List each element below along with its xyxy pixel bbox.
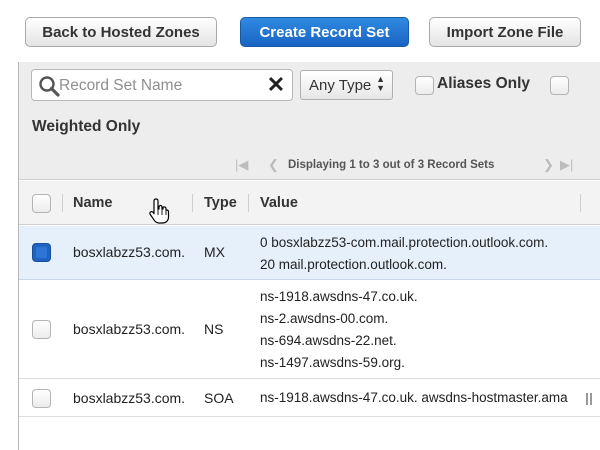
filter-bar: Record Set Name ✕ Any Type ▲ ▼ Aliases On… — [19, 62, 600, 180]
record-name: bosxlabzz53.com. — [73, 321, 186, 337]
record-type-select[interactable]: Any Type ▲ ▼ — [300, 70, 393, 100]
select-arrows-icon: ▲ ▼ — [376, 74, 385, 93]
record-type: NS — [204, 321, 224, 337]
select-all-checkbox[interactable] — [32, 194, 51, 213]
row-checkbox[interactable] — [32, 389, 51, 408]
column-header-value[interactable]: Value — [260, 195, 298, 211]
column-resize-handle[interactable] — [586, 393, 592, 405]
table-row[interactable]: bosxlabzz53.com. NS ns-1918.awsdns-47.co… — [19, 280, 600, 379]
table-header: Name Type Value — [19, 181, 600, 225]
import-zone-file-button[interactable]: Import Zone File — [429, 17, 581, 47]
record-value: 0 bosxlabzz53-com.mail.protection.outloo… — [260, 235, 549, 250]
record-type-select-value: Any Type — [309, 77, 372, 94]
first-page-icon[interactable]: |◀ — [235, 158, 248, 172]
prev-page-icon[interactable]: ❮ — [268, 158, 279, 172]
search-icon — [39, 76, 60, 97]
record-value: ns-1918.awsdns-47.co.uk. awsdns-hostmast… — [260, 390, 568, 405]
pagination-text: Displaying 1 to 3 out of 3 Record Sets — [288, 159, 495, 171]
record-sets-panel: Record Set Name ✕ Any Type ▲ ▼ Aliases On… — [18, 62, 600, 450]
create-record-set-button[interactable]: Create Record Set — [240, 17, 409, 47]
table-row[interactable]: bosxlabzz53.com. SOA ns-1918.awsdns-47.c… — [19, 379, 600, 417]
record-name: bosxlabzz53.com. — [73, 244, 186, 260]
weighted-only-label: Weighted Only — [32, 118, 141, 135]
row-checkbox[interactable] — [32, 320, 51, 339]
record-type: SOA — [204, 390, 234, 406]
weighted-only-checkbox[interactable] — [550, 76, 569, 95]
toolbar: Back to Hosted Zones Create Record Set I… — [0, 0, 600, 62]
column-header-name[interactable]: Name — [73, 195, 113, 211]
search-placeholder: Record Set Name — [59, 77, 183, 94]
record-value: ns-1918.awsdns-47.co.uk. — [260, 289, 418, 304]
row-checkbox[interactable] — [32, 243, 51, 262]
record-value: ns-2.awsdns-00.com. — [260, 311, 389, 326]
aliases-only-checkbox[interactable] — [415, 76, 434, 95]
record-value: ns-1497.awsdns-59.org. — [260, 355, 405, 370]
column-divider — [192, 194, 193, 212]
record-type: MX — [204, 244, 225, 260]
record-name: bosxlabzz53.com. — [73, 390, 186, 406]
column-divider — [580, 194, 581, 212]
next-page-icon[interactable]: ❯ — [543, 158, 554, 172]
back-to-hosted-zones-button[interactable]: Back to Hosted Zones — [25, 17, 217, 47]
table-row[interactable]: bosxlabzz53.com. MX 0 bosxlabzz53-com.ma… — [19, 226, 600, 280]
hand-pointer-cursor-icon — [149, 198, 170, 224]
record-value: 20 mail.protection.outlook.com. — [260, 257, 447, 272]
column-divider — [62, 194, 63, 212]
record-value: ns-694.awsdns-22.net. — [260, 333, 397, 348]
last-page-icon[interactable]: ▶| — [560, 158, 573, 172]
record-set-name-search-input[interactable]: Record Set Name ✕ — [31, 69, 293, 101]
aliases-only-label: Aliases Only — [437, 75, 531, 92]
column-header-type[interactable]: Type — [204, 195, 237, 211]
clear-icon[interactable]: ✕ — [265, 73, 287, 97]
column-divider — [248, 194, 249, 212]
pagination: |◀ ❮ Displaying 1 to 3 out of 3 Record S… — [234, 158, 594, 174]
